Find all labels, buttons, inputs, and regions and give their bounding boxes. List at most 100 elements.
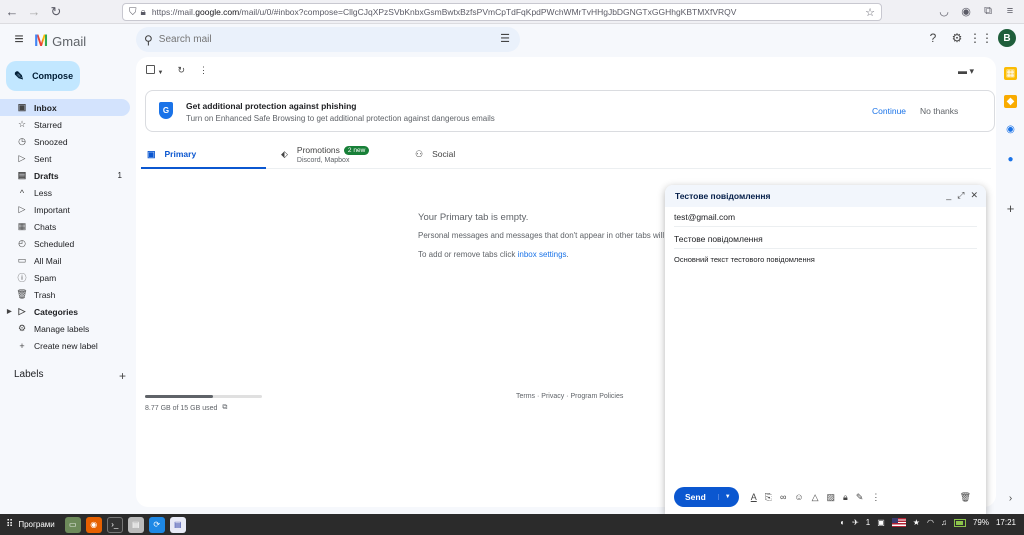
bookmark-star-icon[interactable]: ☆ bbox=[865, 6, 875, 19]
attach-icon[interactable]: ⎘ bbox=[765, 492, 772, 503]
sidebar-item-trash[interactable]: 🗑︎ Trash bbox=[0, 286, 130, 303]
sidebar-item-categories[interactable]: ▶ ▷ Categories bbox=[0, 303, 130, 320]
sidebar-item-chats[interactable]: ▦ Chats bbox=[0, 218, 130, 235]
select-all-checkbox[interactable]: ▼ bbox=[146, 65, 163, 76]
apps-grid-icon[interactable]: ⋮⋮ bbox=[969, 31, 993, 45]
refresh-icon[interactable]: ↻ bbox=[177, 65, 185, 76]
sidebar-item-snoozed[interactable]: ◷ Snoozed bbox=[0, 133, 130, 150]
clipboard-icon[interactable]: ▣ bbox=[877, 518, 885, 527]
no-thanks-button[interactable]: No thanks bbox=[920, 106, 958, 116]
text-editor-icon[interactable]: ▤ bbox=[169, 516, 186, 533]
address-bar[interactable]: ⛉ 🔒︎ https://mail.google.com/mail/u/0/#i… bbox=[122, 3, 882, 21]
drive-icon[interactable]: △ bbox=[812, 492, 819, 503]
search-input[interactable] bbox=[158, 34, 520, 45]
menu-icon[interactable]: ≡ bbox=[1002, 3, 1018, 19]
select-dropdown-icon[interactable]: ▼ bbox=[158, 70, 164, 76]
sidebar-item-inbox[interactable]: ▣ Inbox bbox=[0, 99, 130, 116]
back-arrow-icon[interactable]: ← bbox=[2, 2, 22, 22]
tab-social[interactable]: ⚇ Social bbox=[415, 139, 455, 169]
expand-caret-icon[interactable]: ▶ bbox=[7, 308, 12, 315]
footer-links[interactable]: Terms · Privacy · Program Policies bbox=[516, 393, 623, 400]
show-side-panel-chevron-icon[interactable]: › bbox=[1004, 492, 1017, 505]
tasks-icon[interactable]: ◉ bbox=[1004, 123, 1017, 136]
sidebar-item-spam[interactable]: ⓘ Spam bbox=[0, 269, 130, 286]
get-addons-plus-icon[interactable]: + bbox=[1004, 201, 1017, 216]
signature-pen-icon[interactable]: ✎ bbox=[856, 492, 864, 503]
close-icon[interactable]: ✕ bbox=[970, 190, 978, 201]
message-body[interactable]: Основний текст тестового повідомлення bbox=[674, 255, 815, 264]
wifi-icon[interactable]: ◠ bbox=[927, 518, 934, 527]
account-icon[interactable]: ◉ bbox=[958, 3, 974, 19]
tab-promotions[interactable]: ⬖ Promotions 2 new Discord, Mapbox bbox=[281, 139, 370, 169]
pencil-icon: ✎ bbox=[14, 69, 25, 83]
forward-arrow-icon[interactable]: → bbox=[24, 2, 44, 22]
to-field[interactable]: test@gmail.com bbox=[674, 207, 977, 227]
battery-icon[interactable] bbox=[953, 518, 966, 527]
search-options-icon[interactable]: ☰ bbox=[500, 32, 510, 45]
emoji-icon[interactable]: ☺ bbox=[794, 492, 803, 503]
software-center-icon[interactable]: ▤ bbox=[127, 516, 144, 533]
lock-icon[interactable]: 🔒︎ bbox=[141, 7, 146, 18]
settings-gear-icon[interactable]: ⚙ bbox=[950, 31, 964, 45]
updates-icon[interactable]: ✈ bbox=[852, 518, 859, 527]
external-link-icon[interactable]: ⧉ bbox=[222, 404, 227, 412]
app-name: Gmail bbox=[52, 33, 87, 49]
tab-primary[interactable]: ▣ Primary bbox=[141, 139, 266, 169]
formatting-icon[interactable]: A bbox=[751, 492, 757, 503]
file-manager-icon[interactable]: ▭ bbox=[64, 516, 81, 533]
pocket-icon[interactable]: ◡ bbox=[936, 3, 952, 19]
sidebar-item-label: All Mail bbox=[34, 255, 62, 266]
shield-icon[interactable]: ⛉ bbox=[129, 7, 137, 18]
more-options-icon[interactable]: ⋮ bbox=[871, 492, 880, 503]
sidebar-item-manage-labels[interactable]: ⚙ Manage labels bbox=[0, 320, 130, 337]
contacts-icon[interactable]: ● bbox=[1004, 153, 1017, 166]
firefox-icon[interactable]: ◉ bbox=[85, 516, 102, 533]
tab-label: Primary bbox=[164, 149, 197, 159]
sidebar-item-all-mail[interactable]: ▭ All Mail bbox=[0, 252, 130, 269]
sidebar-item-starred[interactable]: ☆ Starred bbox=[0, 116, 130, 133]
sidebar-item-important[interactable]: ▷ Important bbox=[0, 201, 130, 218]
terminal-icon[interactable]: ›_ bbox=[106, 516, 123, 533]
search-icon[interactable]: ⚲ bbox=[144, 33, 153, 47]
sidebar-item-less[interactable]: ^ Less bbox=[0, 184, 130, 201]
compose-header[interactable]: Тестове повідомлення _ ⤢ ✕ bbox=[665, 185, 986, 207]
clock-time[interactable]: 17:21 bbox=[996, 518, 1016, 527]
sidebar-item-sent[interactable]: ▷ Sent bbox=[0, 150, 130, 167]
compose-button[interactable]: ✎ Compose bbox=[6, 61, 80, 91]
send-button[interactable]: Send ▼ bbox=[674, 487, 739, 507]
avatar[interactable]: B bbox=[998, 29, 1016, 47]
input-tools-icon[interactable]: ▬ ▾ bbox=[958, 66, 974, 77]
reload-icon[interactable]: ↻ bbox=[46, 2, 66, 22]
link-icon[interactable]: ∞ bbox=[780, 492, 786, 503]
sidebar-item-label: Manage labels bbox=[34, 323, 90, 334]
help-icon[interactable]: ? bbox=[926, 31, 940, 45]
keyboard-layout-us-flag-icon[interactable] bbox=[891, 518, 906, 527]
calendar-icon[interactable]: ▦ bbox=[1004, 67, 1017, 80]
more-options-icon[interactable]: ⋮ bbox=[199, 65, 208, 76]
add-label-plus-icon[interactable]: + bbox=[119, 369, 126, 383]
subject-field[interactable]: Тестове повідомлення bbox=[674, 229, 977, 249]
sidebar-item-create-label[interactable]: + Create new label bbox=[0, 337, 130, 354]
main-menu-icon[interactable]: ≡ bbox=[8, 30, 30, 50]
gmail-logo[interactable]: M Gmail bbox=[34, 31, 86, 51]
send-options-chevron-icon[interactable]: ▼ bbox=[717, 494, 739, 500]
confidential-lock-icon[interactable]: 🔒︎ bbox=[843, 492, 848, 503]
url-path: /mail/u/0/#inbox?compose=CllgCJqXPzSVbKn… bbox=[239, 7, 737, 17]
notifications-icon[interactable]: ◐ bbox=[840, 518, 845, 527]
remote-desktop-icon[interactable]: ⟳ bbox=[148, 516, 165, 533]
continue-button[interactable]: Continue bbox=[872, 106, 906, 116]
music-icon[interactable]: ♫ bbox=[941, 518, 947, 527]
expand-icon[interactable]: ⤢ bbox=[957, 190, 964, 201]
sidebar-item-label: Spam bbox=[34, 272, 57, 283]
photo-icon[interactable]: ▨ bbox=[827, 492, 836, 503]
sidebar-item-drafts[interactable]: ▤ Drafts 1 bbox=[0, 167, 130, 184]
sidebar-item-scheduled[interactable]: ◴ Scheduled bbox=[0, 235, 130, 252]
minimize-icon[interactable]: _ bbox=[946, 190, 951, 201]
inbox-settings-link[interactable]: inbox settings bbox=[518, 250, 567, 259]
star-icon[interactable]: ★ bbox=[913, 518, 920, 527]
extensions-icon[interactable]: ⧉ bbox=[980, 3, 996, 19]
keep-icon[interactable]: ◆ bbox=[1004, 95, 1017, 108]
start-menu-button[interactable]: ⠿ Програми bbox=[0, 519, 55, 530]
discard-trash-icon[interactable]: 🗑︎ bbox=[960, 492, 971, 503]
search-bar[interactable]: ⚲ ☰ bbox=[136, 27, 520, 52]
